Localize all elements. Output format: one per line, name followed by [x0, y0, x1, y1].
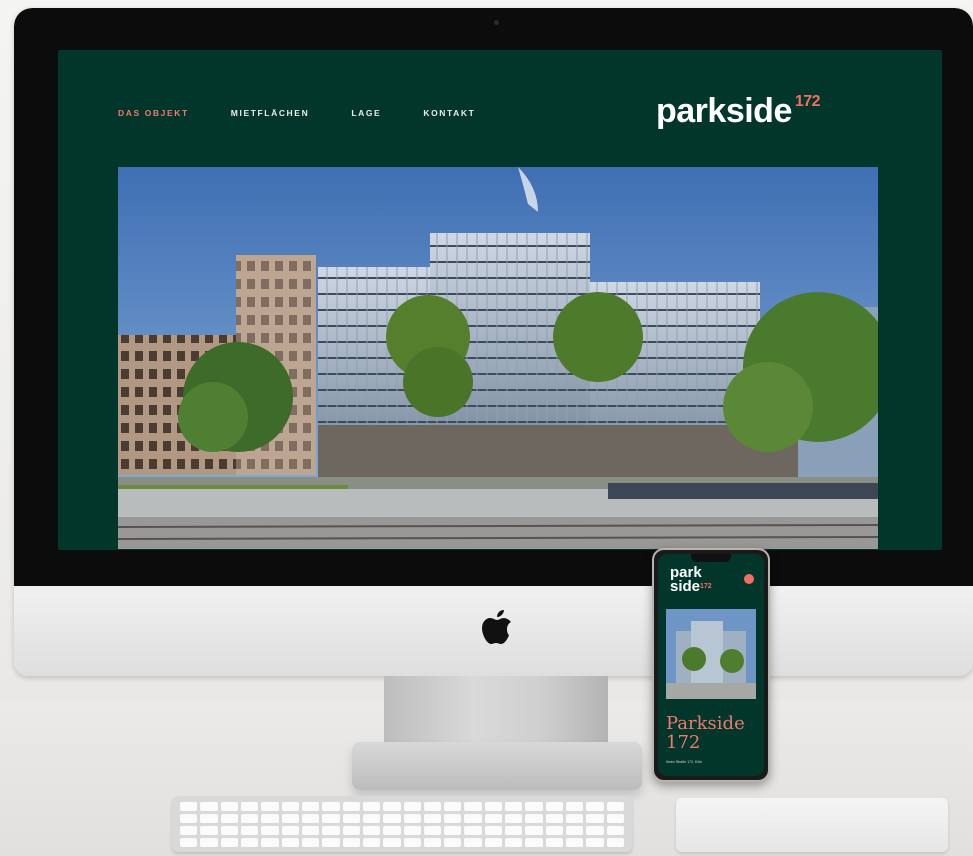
trackpad: [676, 798, 948, 852]
mobile-brand-logo[interactable]: park side172: [670, 565, 712, 595]
brand-name: parkside: [656, 92, 792, 130]
nav-das-objekt[interactable]: DAS OBJEKT: [118, 108, 189, 118]
phone-notch: [691, 554, 731, 562]
mobile-brand-number: 172: [700, 583, 712, 590]
nav-kontakt[interactable]: KONTAKT: [423, 108, 475, 118]
mobile-footer-text: Ihnen Straße 172, Köln: [666, 760, 702, 764]
mobile-title: Parkside 172: [666, 714, 745, 752]
mobile-brand-line2: side: [670, 578, 701, 595]
menu-icon[interactable]: [744, 574, 754, 584]
keyboard-keys: [180, 802, 624, 847]
imac-stand-base: [352, 742, 642, 790]
imac-stand: [384, 676, 608, 746]
mobile-title-line2: 172: [666, 732, 701, 753]
camera-icon: [494, 20, 499, 25]
smartphone: park side172 Parkside 172 Ihnen Straße 1…: [652, 548, 770, 782]
mobile-website-screen: park side172 Parkside 172 Ihnen Straße 1…: [658, 554, 764, 776]
brand-number: 172: [794, 92, 821, 110]
apple-logo-icon: [482, 610, 511, 644]
nav-lage[interactable]: LAGE: [351, 108, 381, 118]
hero-building-image: [118, 167, 878, 549]
mobile-title-line1: Parkside: [666, 713, 745, 734]
main-nav: DAS OBJEKT MIETFLÄCHEN LAGE KONTAKT: [118, 108, 475, 118]
brand-logo[interactable]: parkside 172: [656, 92, 821, 131]
nav-mietflaechen[interactable]: MIETFLÄCHEN: [231, 108, 310, 118]
website-screen: DAS OBJEKT MIETFLÄCHEN LAGE KONTAKT park…: [58, 50, 942, 550]
keyboard: [172, 796, 632, 852]
mobile-hero-image: [666, 609, 756, 699]
